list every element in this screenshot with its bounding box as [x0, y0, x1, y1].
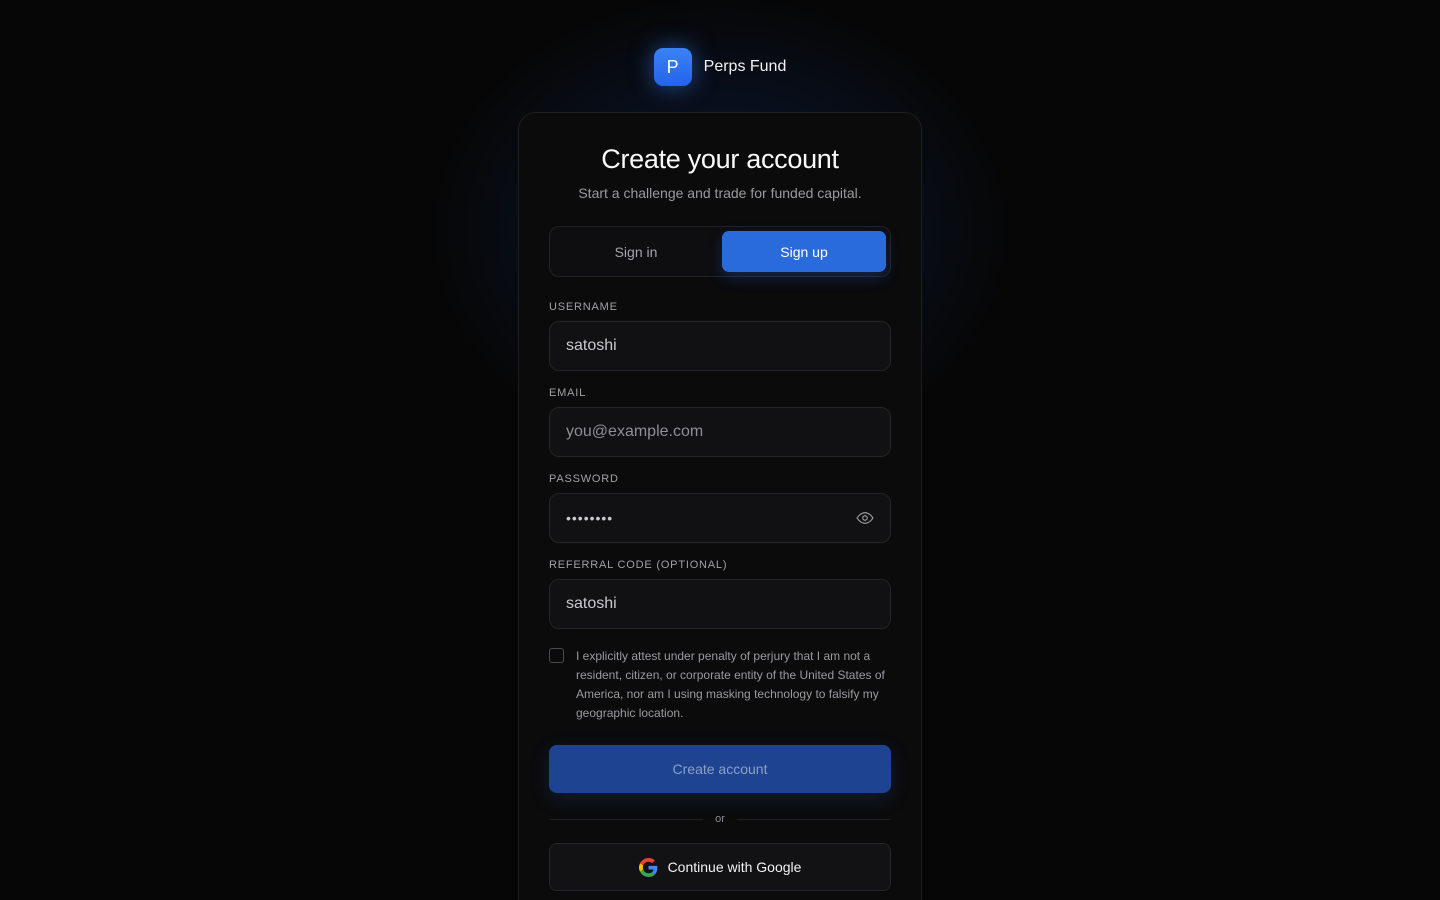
attestation-text: I explicitly attest under penalty of per…: [576, 649, 885, 720]
attestation: I explicitly attest under penalty of per…: [549, 647, 891, 723]
brand-logo: P: [653, 48, 692, 86]
referral-label: REFERRAL CODE (OPTIONAL): [549, 559, 728, 571]
or-divider: or: [549, 813, 891, 825]
email-field-wrapper: [549, 407, 891, 457]
username-field[interactable]: [566, 337, 874, 355]
brand: P Perps Fund: [0, 48, 1440, 86]
username-label: USERNAME: [549, 301, 618, 313]
tab-sign-in[interactable]: Sign in: [554, 231, 718, 272]
email-field[interactable]: [566, 423, 874, 441]
referral-field[interactable]: [566, 595, 874, 613]
password-label: PASSWORD: [549, 473, 619, 485]
email-label: EMAIL: [549, 387, 587, 399]
password-field-wrapper: [549, 493, 891, 543]
divider-line-left: [549, 818, 704, 820]
google-button-label: Continue with Google: [667, 859, 802, 875]
attestation-checkbox[interactable]: [549, 648, 564, 663]
google-signin-button[interactable]: Continue with Google: [549, 843, 891, 891]
signup-card: Create your account Start a challenge an…: [518, 112, 922, 900]
page-subtitle: Start a challenge and trade for funded c…: [578, 185, 862, 201]
google-icon: [638, 857, 657, 877]
divider-line-right: [736, 818, 891, 820]
create-account-button[interactable]: Create account: [549, 745, 891, 793]
username-field-wrapper: [549, 321, 891, 371]
password-field[interactable]: [566, 510, 874, 526]
auth-tabs: Sign in Sign up: [549, 226, 891, 277]
tab-sign-up[interactable]: Sign up: [722, 231, 886, 272]
brand-logo-letter: P: [666, 56, 679, 77]
divider-label: or: [715, 813, 725, 825]
referral-field-wrapper: [549, 579, 891, 629]
eye-icon[interactable]: [856, 509, 874, 527]
brand-name: Perps Fund: [703, 58, 787, 75]
page-title: Create your account: [601, 144, 839, 174]
